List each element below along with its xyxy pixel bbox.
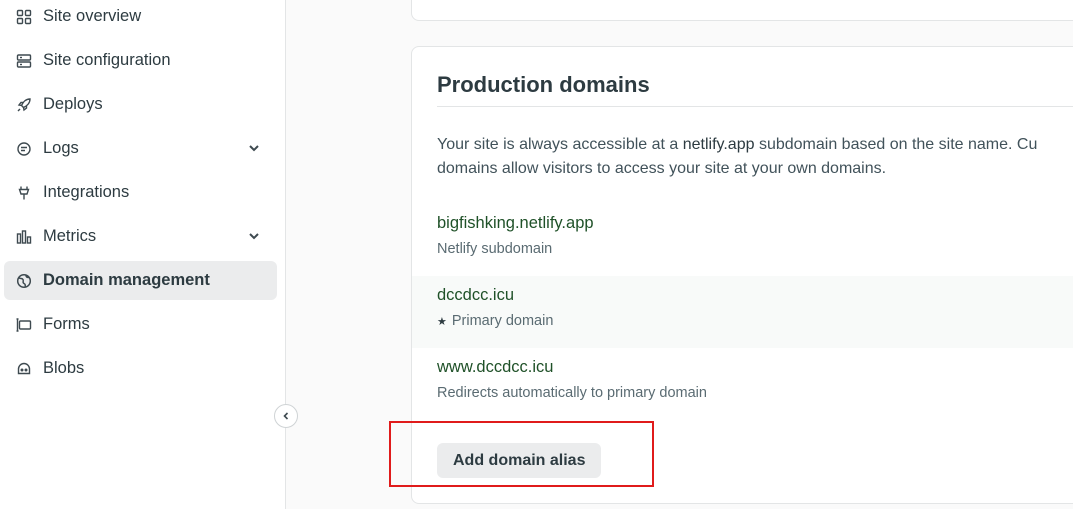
domain-description: Netlify subdomain — [437, 241, 552, 257]
card-title: Production domains — [437, 72, 650, 97]
chevron-down-icon[interactable] — [247, 229, 261, 243]
add-domain-alias-button[interactable]: Add domain alias — [437, 443, 602, 478]
sidebar-item-label: Site configuration — [43, 51, 171, 69]
sidebar-item-forms[interactable]: Forms — [4, 305, 277, 344]
sidebar-item-site-overview[interactable]: Site overview — [4, 0, 277, 36]
desc-text: Your site is always accessible at a — [437, 136, 683, 153]
chevron-down-icon[interactable] — [247, 141, 261, 155]
production-domains-card: Production domains Your site is always a… — [411, 46, 1073, 504]
domain-sub-label: Netlify subdomain — [437, 241, 553, 257]
chevron-left-icon — [283, 412, 289, 420]
domain-sub-label: Redirects automatically to primary domai… — [437, 385, 707, 401]
plug-icon — [16, 185, 32, 201]
domain-row: www.dccdcc.icu Redirects automatically t… — [412, 348, 1073, 420]
collapse-sidebar-button[interactable] — [274, 404, 298, 428]
bar-chart-icon — [16, 229, 32, 245]
sidebar-item-blobs[interactable]: Blobs — [4, 349, 277, 388]
blob-icon — [16, 361, 32, 377]
rocket-icon — [16, 97, 32, 113]
divider — [437, 106, 1073, 107]
desc-text: domains allow visitors to access your si… — [437, 160, 887, 177]
desc-code: netlify.app — [682, 136, 755, 153]
sidebar-item-deploys[interactable]: Deploys — [4, 85, 277, 124]
card-description: Your site is always accessible at a netl… — [437, 133, 1073, 181]
sidebar-item-label: Forms — [43, 315, 90, 333]
domain-sub-label: Primary domain — [451, 313, 554, 329]
domain-row: bigfishking.netlify.app Netlify subdomai… — [412, 204, 1073, 276]
previous-card — [411, 0, 1073, 21]
domain-description: ★ Primary domain — [437, 313, 553, 329]
grid-icon — [16, 9, 32, 25]
sidebar-item-domain-management[interactable]: Domain management — [4, 261, 277, 300]
desc-text: subdomain based on the site name. Cu — [754, 136, 1038, 153]
sidebar-item-label: Domain management — [43, 271, 210, 289]
domain-link[interactable]: www.dccdcc.icu — [437, 358, 553, 377]
sidebar-item-logs[interactable]: Logs — [4, 129, 277, 168]
sidebar-item-label: Logs — [43, 139, 79, 157]
sidebar: Site overview Site configuration Deploys… — [0, 0, 286, 509]
globe-icon — [16, 273, 32, 289]
sidebar-item-label: Integrations — [43, 183, 130, 201]
logs-icon — [16, 141, 32, 157]
form-icon — [16, 317, 32, 333]
sidebar-item-label: Metrics — [43, 227, 97, 245]
sidebar-item-site-configuration[interactable]: Site configuration — [4, 41, 277, 80]
domain-link[interactable]: dccdcc.icu — [437, 286, 514, 305]
domain-description: Redirects automatically to primary domai… — [437, 385, 707, 401]
domain-link[interactable]: bigfishking.netlify.app — [437, 214, 594, 233]
star-icon: ★ — [437, 315, 447, 328]
sidebar-item-metrics[interactable]: Metrics — [4, 217, 277, 256]
sidebar-item-label: Blobs — [43, 359, 85, 377]
server-icon — [16, 53, 32, 69]
domain-row: dccdcc.icu ★ Primary domain — [412, 276, 1073, 348]
sidebar-item-integrations[interactable]: Integrations — [4, 173, 277, 212]
sidebar-item-label: Site overview — [43, 7, 142, 25]
sidebar-item-label: Deploys — [43, 95, 103, 113]
